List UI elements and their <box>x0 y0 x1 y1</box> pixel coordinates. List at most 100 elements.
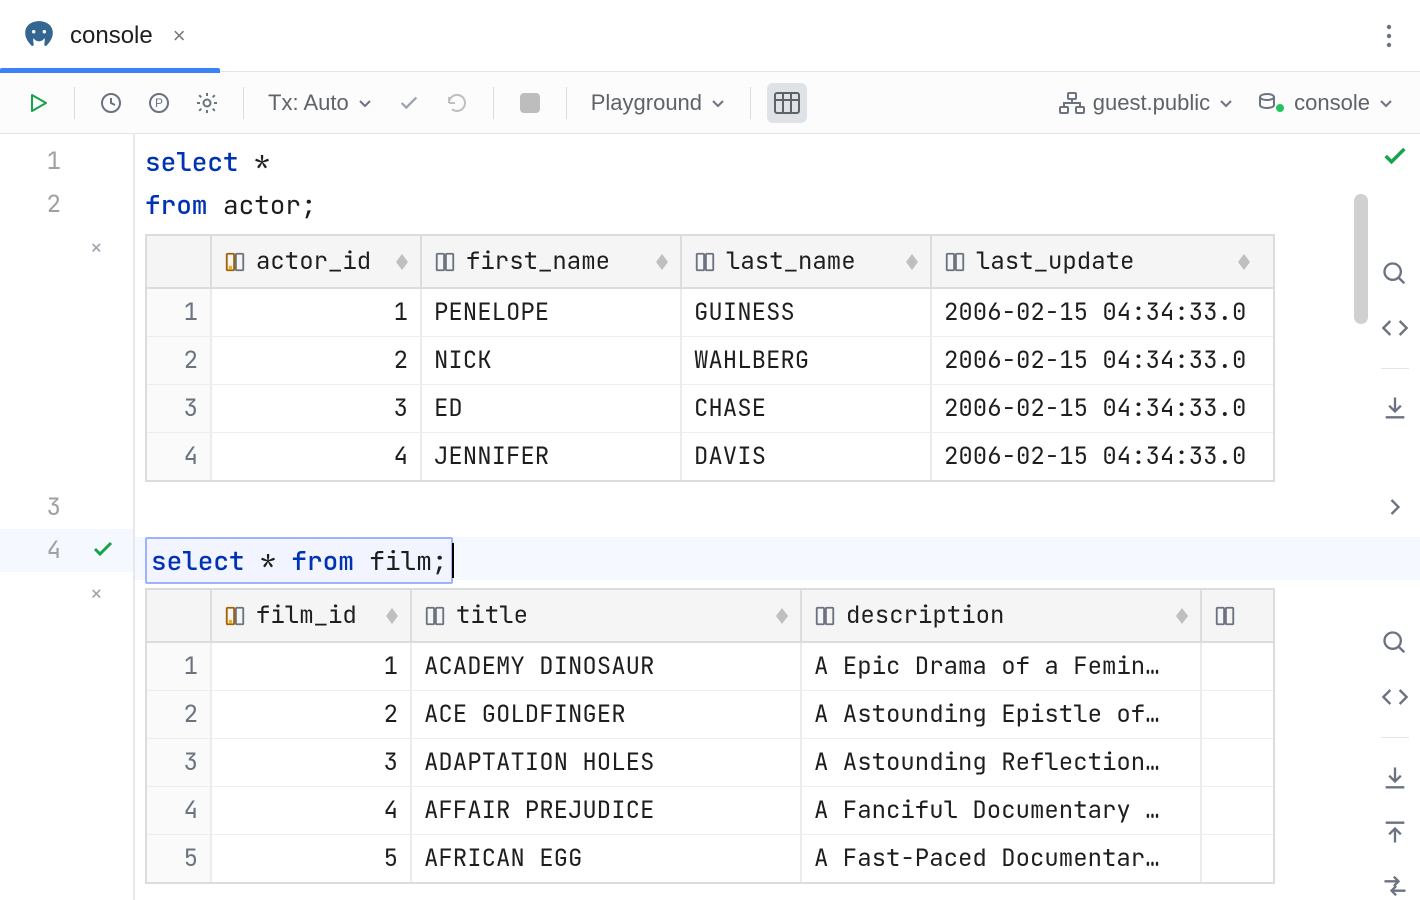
column-name: first_name <box>466 246 610 277</box>
cell[interactable] <box>1202 787 1262 834</box>
cell[interactable]: PENELOPE <box>422 289 682 336</box>
cell[interactable]: ADAPTATION HOLES <box>412 739 802 786</box>
stop-button[interactable] <box>510 83 550 123</box>
commit-button[interactable] <box>389 83 429 123</box>
cell[interactable]: JENNIFER <box>422 433 682 480</box>
cell[interactable]: 2 <box>212 337 422 384</box>
table-row[interactable]: 22ACE GOLDFINGERA Astounding Epistle of… <box>147 691 1273 739</box>
column-header[interactable]: first_name <box>422 236 682 287</box>
cell[interactable] <box>1202 835 1262 882</box>
cell[interactable] <box>1202 643 1262 690</box>
cell[interactable]: GUINESS <box>682 289 932 336</box>
cell[interactable] <box>1202 739 1262 786</box>
settings-button[interactable] <box>187 83 227 123</box>
separator <box>243 87 244 119</box>
editor-content[interactable]: select * from actor; actor_id first_name l… <box>135 134 1420 900</box>
table-row[interactable]: 44JENNIFERDAVIS2006-02-15 04:34:33.0 <box>147 433 1273 480</box>
cell[interactable]: 2006-02-15 04:34:33.0 <box>932 433 1262 480</box>
search-icon[interactable] <box>1381 260 1409 288</box>
in-editor-results-toggle[interactable] <box>767 83 807 123</box>
cell[interactable]: AFFAIR PREJUDICE <box>412 787 802 834</box>
search-icon[interactable] <box>1381 629 1409 657</box>
upload-icon[interactable] <box>1381 818 1409 846</box>
cell[interactable]: 2006-02-15 04:34:33.0 <box>932 385 1262 432</box>
gutter-line[interactable]: 1 <box>0 140 133 183</box>
cell[interactable]: 3 <box>212 739 412 786</box>
cell[interactable]: A Fanciful Documentary … <box>802 787 1202 834</box>
transaction-mode-dropdown[interactable]: Tx: Auto <box>260 90 381 116</box>
column-header[interactable]: description <box>802 590 1202 641</box>
playground-dropdown[interactable]: Playground <box>583 90 734 116</box>
code-icon[interactable] <box>1381 683 1409 711</box>
gutter-line[interactable]: 3 <box>0 486 133 529</box>
gutter-fold-region[interactable] <box>0 226 133 486</box>
download-icon[interactable] <box>1381 394 1409 422</box>
cell[interactable]: NICK <box>422 337 682 384</box>
tab-close-button[interactable]: × <box>167 23 192 49</box>
cell[interactable]: DAVIS <box>682 433 932 480</box>
session-dropdown[interactable]: console <box>1250 90 1402 116</box>
gutter-line-current[interactable]: 4 <box>0 529 133 572</box>
cell[interactable]: 2006-02-15 04:34:33.0 <box>932 337 1262 384</box>
editor-area: 1 2 3 4 select * from actor; actor_id fir… <box>0 134 1420 900</box>
code-line-current[interactable]: select * from film; <box>135 537 1420 580</box>
schema-dropdown[interactable]: guest.public <box>1051 90 1242 116</box>
cell[interactable]: 1 <box>212 643 412 690</box>
rownum-header[interactable] <box>147 590 212 641</box>
cell[interactable]: CHASE <box>682 385 932 432</box>
table-row[interactable]: 33ADAPTATION HOLESA Astounding Reflectio… <box>147 739 1273 787</box>
inspection-ok-icon[interactable] <box>1381 142 1409 170</box>
table-row[interactable]: 11ACADEMY DINOSAURA Epic Drama of a Femi… <box>147 643 1273 691</box>
table-row[interactable]: 33EDCHASE2006-02-15 04:34:33.0 <box>147 385 1273 433</box>
table-row[interactable]: 55AFRICAN EGGA Fast-Paced Documentar… <box>147 835 1273 882</box>
gutter-fold-region[interactable] <box>0 572 133 872</box>
table-row[interactable]: 11PENELOPEGUINESS2006-02-15 04:34:33.0 <box>147 289 1273 337</box>
table-row[interactable]: 22NICKWAHLBERG2006-02-15 04:34:33.0 <box>147 337 1273 385</box>
code-icon[interactable] <box>1381 314 1409 342</box>
explain-plan-button[interactable]: P <box>139 83 179 123</box>
result-table-actor: actor_idfirst_namelast_namelast_update11… <box>145 234 1275 482</box>
cell[interactable]: A Epic Drama of a Femin… <box>802 643 1202 690</box>
column-name: last_name <box>726 246 856 277</box>
code-line[interactable]: from actor; <box>135 183 1420 226</box>
cell[interactable] <box>1202 691 1262 738</box>
cell[interactable]: A Fast-Paced Documentar… <box>802 835 1202 882</box>
gutter-line[interactable]: 2 <box>0 183 133 226</box>
cell[interactable]: 2 <box>212 691 412 738</box>
rollback-button[interactable] <box>437 83 477 123</box>
run-button[interactable] <box>18 83 58 123</box>
compare-icon[interactable] <box>1381 872 1409 900</box>
column-header[interactable]: last_update <box>932 236 1262 287</box>
cell[interactable]: 4 <box>212 433 422 480</box>
cell[interactable]: WAHLBERG <box>682 337 932 384</box>
column-header[interactable]: film_id <box>212 590 412 641</box>
download-icon[interactable] <box>1381 764 1409 792</box>
expand-icon[interactable] <box>1381 493 1409 521</box>
vertical-scrollbar[interactable] <box>1354 194 1368 324</box>
cell[interactable]: ACE GOLDFINGER <box>412 691 802 738</box>
cell[interactable]: A Astounding Epistle of… <box>802 691 1202 738</box>
rownum-cell: 2 <box>147 337 212 384</box>
table-row[interactable]: 44AFFAIR PREJUDICEA Fanciful Documentary… <box>147 787 1273 835</box>
code-line[interactable] <box>135 494 1420 537</box>
column-header[interactable] <box>1202 590 1262 641</box>
cell[interactable]: 5 <box>212 835 412 882</box>
column-name: description <box>846 600 1004 631</box>
separator <box>74 87 75 119</box>
cell[interactable]: 4 <box>212 787 412 834</box>
tab-console[interactable]: console × <box>0 0 210 72</box>
code-line[interactable]: select * <box>135 140 1420 183</box>
history-button[interactable] <box>91 83 131 123</box>
rownum-header[interactable] <box>147 236 212 287</box>
cell[interactable]: 1 <box>212 289 422 336</box>
cell[interactable]: A Astounding Reflection… <box>802 739 1202 786</box>
cell[interactable]: ACADEMY DINOSAUR <box>412 643 802 690</box>
column-header[interactable]: last_name <box>682 236 932 287</box>
cell[interactable]: 3 <box>212 385 422 432</box>
cell[interactable]: AFRICAN EGG <box>412 835 802 882</box>
cell[interactable]: ED <box>422 385 682 432</box>
cell[interactable]: 2006-02-15 04:34:33.0 <box>932 289 1262 336</box>
column-header[interactable]: title <box>412 590 802 641</box>
tab-overflow-button[interactable] <box>1366 8 1412 64</box>
column-header[interactable]: actor_id <box>212 236 422 287</box>
